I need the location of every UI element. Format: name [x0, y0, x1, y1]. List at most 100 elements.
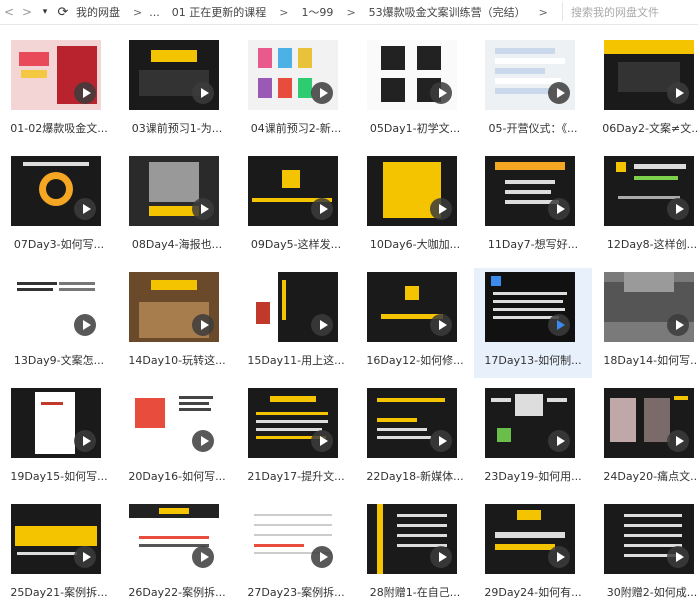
play-icon[interactable]: [192, 314, 214, 336]
play-icon[interactable]: [548, 82, 570, 104]
play-icon[interactable]: [74, 430, 96, 452]
play-icon[interactable]: [311, 82, 333, 104]
play-icon[interactable]: [311, 546, 333, 568]
history-dropdown-button[interactable]: ▾: [36, 1, 54, 23]
file-item[interactable]: 15Day11-用上这...: [237, 268, 355, 378]
play-icon[interactable]: [430, 314, 452, 336]
file-item[interactable]: 07Day3-如何写...: [0, 152, 118, 262]
play-icon[interactable]: [667, 82, 689, 104]
video-thumbnail[interactable]: [11, 388, 101, 458]
breadcrumb-item-courses[interactable]: 01 正在更新的课程: [172, 4, 267, 20]
video-thumbnail[interactable]: [367, 504, 457, 574]
video-thumbnail[interactable]: [11, 40, 101, 110]
search-input[interactable]: 搜索我的网盘文件: [562, 2, 692, 21]
file-item[interactable]: 16Day12-如何修...: [356, 268, 474, 378]
video-thumbnail[interactable]: [129, 504, 219, 574]
video-thumbnail[interactable]: [604, 272, 694, 342]
play-icon[interactable]: [548, 546, 570, 568]
play-icon[interactable]: [430, 546, 452, 568]
file-item[interactable]: 05-开营仪式：《...: [474, 36, 592, 146]
video-thumbnail[interactable]: [129, 40, 219, 110]
play-icon[interactable]: [667, 430, 689, 452]
video-thumbnail[interactable]: [367, 156, 457, 226]
breadcrumb-item-current[interactable]: 53爆款吸金文案训练营（完结）: [369, 4, 526, 20]
file-item[interactable]: 12Day8-这样创...: [593, 152, 698, 262]
play-icon[interactable]: [430, 82, 452, 104]
play-icon[interactable]: [74, 82, 96, 104]
file-item[interactable]: 03课前预习1-为...: [118, 36, 236, 146]
video-thumbnail[interactable]: [11, 156, 101, 226]
video-thumbnail[interactable]: [11, 504, 101, 574]
file-item[interactable]: 22Day18-新媒体...: [356, 384, 474, 494]
file-item[interactable]: 20Day16-如何写...: [118, 384, 236, 494]
refresh-button[interactable]: ⟳: [54, 1, 72, 23]
file-item[interactable]: 13Day9-文案怎...: [0, 268, 118, 378]
play-icon[interactable]: [311, 314, 333, 336]
file-item[interactable]: 25Day21-案例拆...: [0, 500, 118, 610]
file-item[interactable]: 06Day2-文案≠文...: [593, 36, 698, 146]
file-item[interactable]: 26Day22-案例拆...: [118, 500, 236, 610]
play-icon[interactable]: [667, 198, 689, 220]
file-item[interactable]: 30附赠2-如何成...: [593, 500, 698, 610]
file-item[interactable]: 24Day20-痛点文...: [593, 384, 698, 494]
breadcrumb-item-range[interactable]: 1～99: [301, 4, 333, 20]
file-item[interactable]: 18Day14-如何写...: [593, 268, 698, 378]
video-thumbnail[interactable]: [129, 272, 219, 342]
play-icon[interactable]: [192, 430, 214, 452]
video-thumbnail[interactable]: [604, 156, 694, 226]
file-item[interactable]: 14Day10-玩转这...: [118, 268, 236, 378]
video-thumbnail[interactable]: [248, 40, 338, 110]
play-icon[interactable]: [548, 430, 570, 452]
file-item[interactable]: 08Day4-海报也...: [118, 152, 236, 262]
play-icon[interactable]: [311, 430, 333, 452]
video-thumbnail[interactable]: [604, 388, 694, 458]
file-item[interactable]: 04课前预习2-新...: [237, 36, 355, 146]
file-item[interactable]: 10Day6-大咖加...: [356, 152, 474, 262]
video-thumbnail[interactable]: [604, 504, 694, 574]
file-item[interactable]: 27Day23-案例拆...: [237, 500, 355, 610]
play-icon[interactable]: [74, 198, 96, 220]
video-thumbnail[interactable]: [11, 272, 101, 342]
play-icon[interactable]: [430, 430, 452, 452]
file-item[interactable]: 01-02爆款吸金文...: [0, 36, 118, 146]
video-thumbnail[interactable]: [485, 504, 575, 574]
video-thumbnail[interactable]: [604, 40, 694, 110]
file-item[interactable]: 19Day15-如何写...: [0, 384, 118, 494]
file-item[interactable]: 17Day13-如何制...: [474, 268, 592, 378]
video-thumbnail[interactable]: [248, 504, 338, 574]
breadcrumb-item-my-disk[interactable]: 我的网盘: [76, 4, 120, 20]
video-thumbnail[interactable]: [485, 388, 575, 458]
video-thumbnail[interactable]: [485, 156, 575, 226]
video-thumbnail[interactable]: [248, 388, 338, 458]
file-item[interactable]: 28附赠1-在自己...: [356, 500, 474, 610]
play-icon[interactable]: [667, 546, 689, 568]
video-thumbnail[interactable]: [129, 156, 219, 226]
play-icon[interactable]: [667, 314, 689, 336]
video-thumbnail[interactable]: [129, 388, 219, 458]
video-thumbnail[interactable]: [367, 388, 457, 458]
video-thumbnail[interactable]: [248, 156, 338, 226]
video-thumbnail[interactable]: [485, 40, 575, 110]
play-icon[interactable]: [311, 198, 333, 220]
file-item[interactable]: 23Day19-如何用...: [474, 384, 592, 494]
video-thumbnail[interactable]: [248, 272, 338, 342]
play-icon[interactable]: [548, 314, 570, 336]
play-icon[interactable]: [192, 198, 214, 220]
video-thumbnail[interactable]: [367, 272, 457, 342]
play-icon[interactable]: [430, 198, 452, 220]
breadcrumb-item-ellipsis[interactable]: ...: [149, 6, 160, 19]
play-icon[interactable]: [548, 198, 570, 220]
back-button[interactable]: <: [0, 1, 18, 23]
play-icon[interactable]: [192, 82, 214, 104]
file-item[interactable]: 29Day24-如何有...: [474, 500, 592, 610]
file-item[interactable]: 05Day1-初学文...: [356, 36, 474, 146]
file-item[interactable]: 09Day5-这样发...: [237, 152, 355, 262]
file-item[interactable]: 11Day7-想写好...: [474, 152, 592, 262]
file-item[interactable]: 21Day17-提升文...: [237, 384, 355, 494]
forward-button[interactable]: >: [18, 1, 36, 23]
video-thumbnail[interactable]: [485, 272, 575, 342]
play-icon[interactable]: [74, 546, 96, 568]
play-icon[interactable]: [192, 546, 214, 568]
play-icon[interactable]: [74, 314, 96, 336]
video-thumbnail[interactable]: [367, 40, 457, 110]
